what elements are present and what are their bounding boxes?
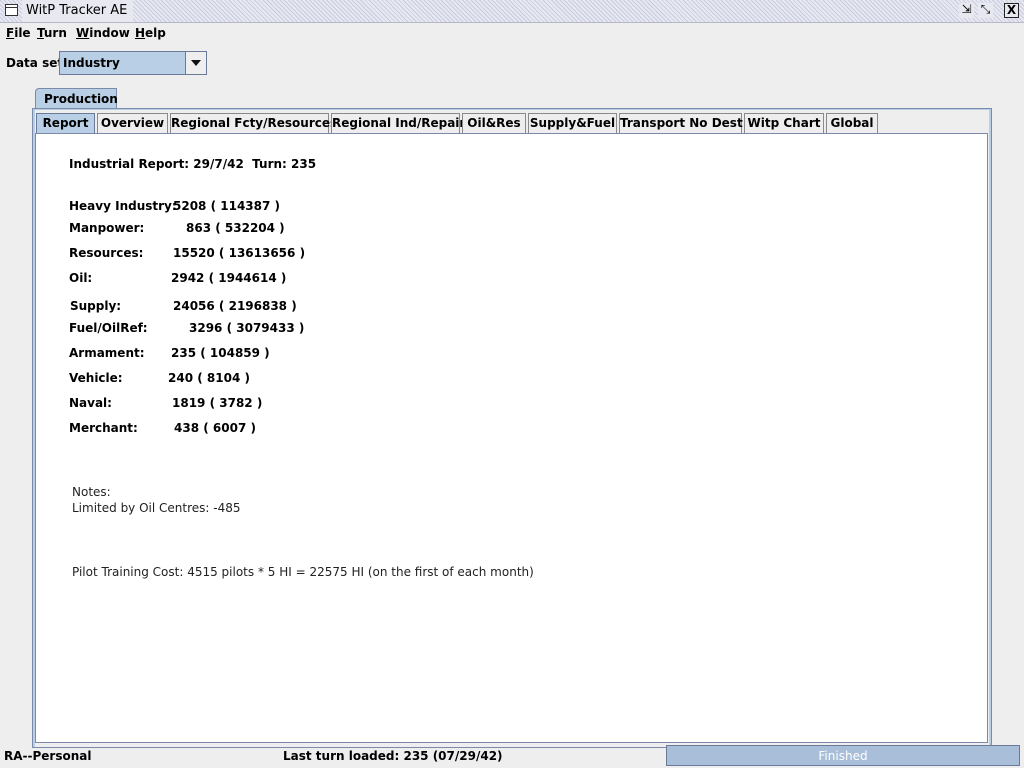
report-row-label: Oil: xyxy=(69,271,93,285)
notes-line: Limited by Oil Centres: -485 xyxy=(72,501,241,515)
report-row-label: Manpower: xyxy=(69,221,145,235)
app-window-icon xyxy=(5,4,18,16)
report-row-value: 15520 ( 13613656 ) xyxy=(173,246,306,260)
menu-help[interactable]: Help xyxy=(135,26,166,40)
tab-global[interactable]: Global xyxy=(826,113,878,134)
report-row-value: 3296 ( 3079433 ) xyxy=(189,321,305,335)
dataset-selected-value: Industry xyxy=(63,56,120,70)
tab-oil-res[interactable]: Oil&Res xyxy=(462,113,526,134)
status-last-turn: Last turn loaded: 235 (07/29/42) xyxy=(283,749,503,763)
maximize-icon[interactable]: ⤡ xyxy=(978,3,993,18)
window-title: WitP Tracker AE xyxy=(22,0,134,22)
tab-production[interactable]: Production xyxy=(35,88,118,109)
tab-witp-chart[interactable]: Witp Chart xyxy=(744,113,824,134)
notes-title: Notes: xyxy=(72,485,111,499)
report-row-value: 2942 ( 1944614 ) xyxy=(171,271,287,285)
report-row-value: 438 ( 6007 ) xyxy=(174,421,256,435)
tab-transport-no-dest[interactable]: Transport No Dest xyxy=(619,113,743,134)
pilot-training-cost: Pilot Training Cost: 4515 pilots * 5 HI … xyxy=(72,565,534,579)
tab-regional-ind-repair[interactable]: Regional Ind/Repair xyxy=(331,113,465,134)
report-row-label: Supply: xyxy=(70,299,122,313)
report-row-value: 240 ( 8104 ) xyxy=(168,371,250,385)
report-row-label: Merchant: xyxy=(69,421,138,435)
chevron-down-icon[interactable] xyxy=(185,52,206,74)
report-row-label: Fuel/OilRef: xyxy=(69,321,148,335)
tab-overview[interactable]: Overview xyxy=(97,113,168,134)
close-icon[interactable]: X xyxy=(1004,3,1019,18)
report-row-value: 1819 ( 3782 ) xyxy=(172,396,263,410)
report-row-label: Resources: xyxy=(69,246,144,260)
report-row-value: 24056 ( 2196838 ) xyxy=(173,299,297,313)
report-row-label: Naval: xyxy=(69,396,112,410)
report-row-value: 235 ( 104859 ) xyxy=(171,346,270,360)
menu-file[interactable]: File xyxy=(6,26,31,40)
title-bar[interactable]: WitP Tracker AE ⇲ ⤡ X xyxy=(0,0,1024,23)
iconify-icon[interactable]: ⇲ xyxy=(959,3,974,18)
report-row-label: Vehicle: xyxy=(69,371,123,385)
report-row-value: 863 ( 532204 ) xyxy=(186,221,285,235)
menu-turn[interactable]: Turn xyxy=(37,26,67,40)
tab-supply-fuel[interactable]: Supply&Fuel xyxy=(528,113,617,134)
status-profile: RA--Personal xyxy=(4,749,92,763)
progress-bar: Finished xyxy=(666,745,1020,766)
report-content xyxy=(35,133,988,743)
menu-window[interactable]: Window xyxy=(76,26,130,40)
report-header: Industrial Report: 29/7/42 Turn: 235 xyxy=(69,157,317,171)
dataset-select[interactable]: Industry xyxy=(59,51,207,75)
tab-regional-fcty-resources[interactable]: Regional Fcty/Resources xyxy=(170,113,337,134)
progress-text: Finished xyxy=(818,749,868,763)
menu-bar: File Turn Window Help xyxy=(0,23,1024,44)
tab-report[interactable]: Report xyxy=(36,113,95,135)
report-row-label: Heavy Industry: xyxy=(69,199,177,213)
report-row-value: 5208 ( 114387 ) xyxy=(173,199,280,213)
report-row-label: Armament: xyxy=(69,346,145,360)
